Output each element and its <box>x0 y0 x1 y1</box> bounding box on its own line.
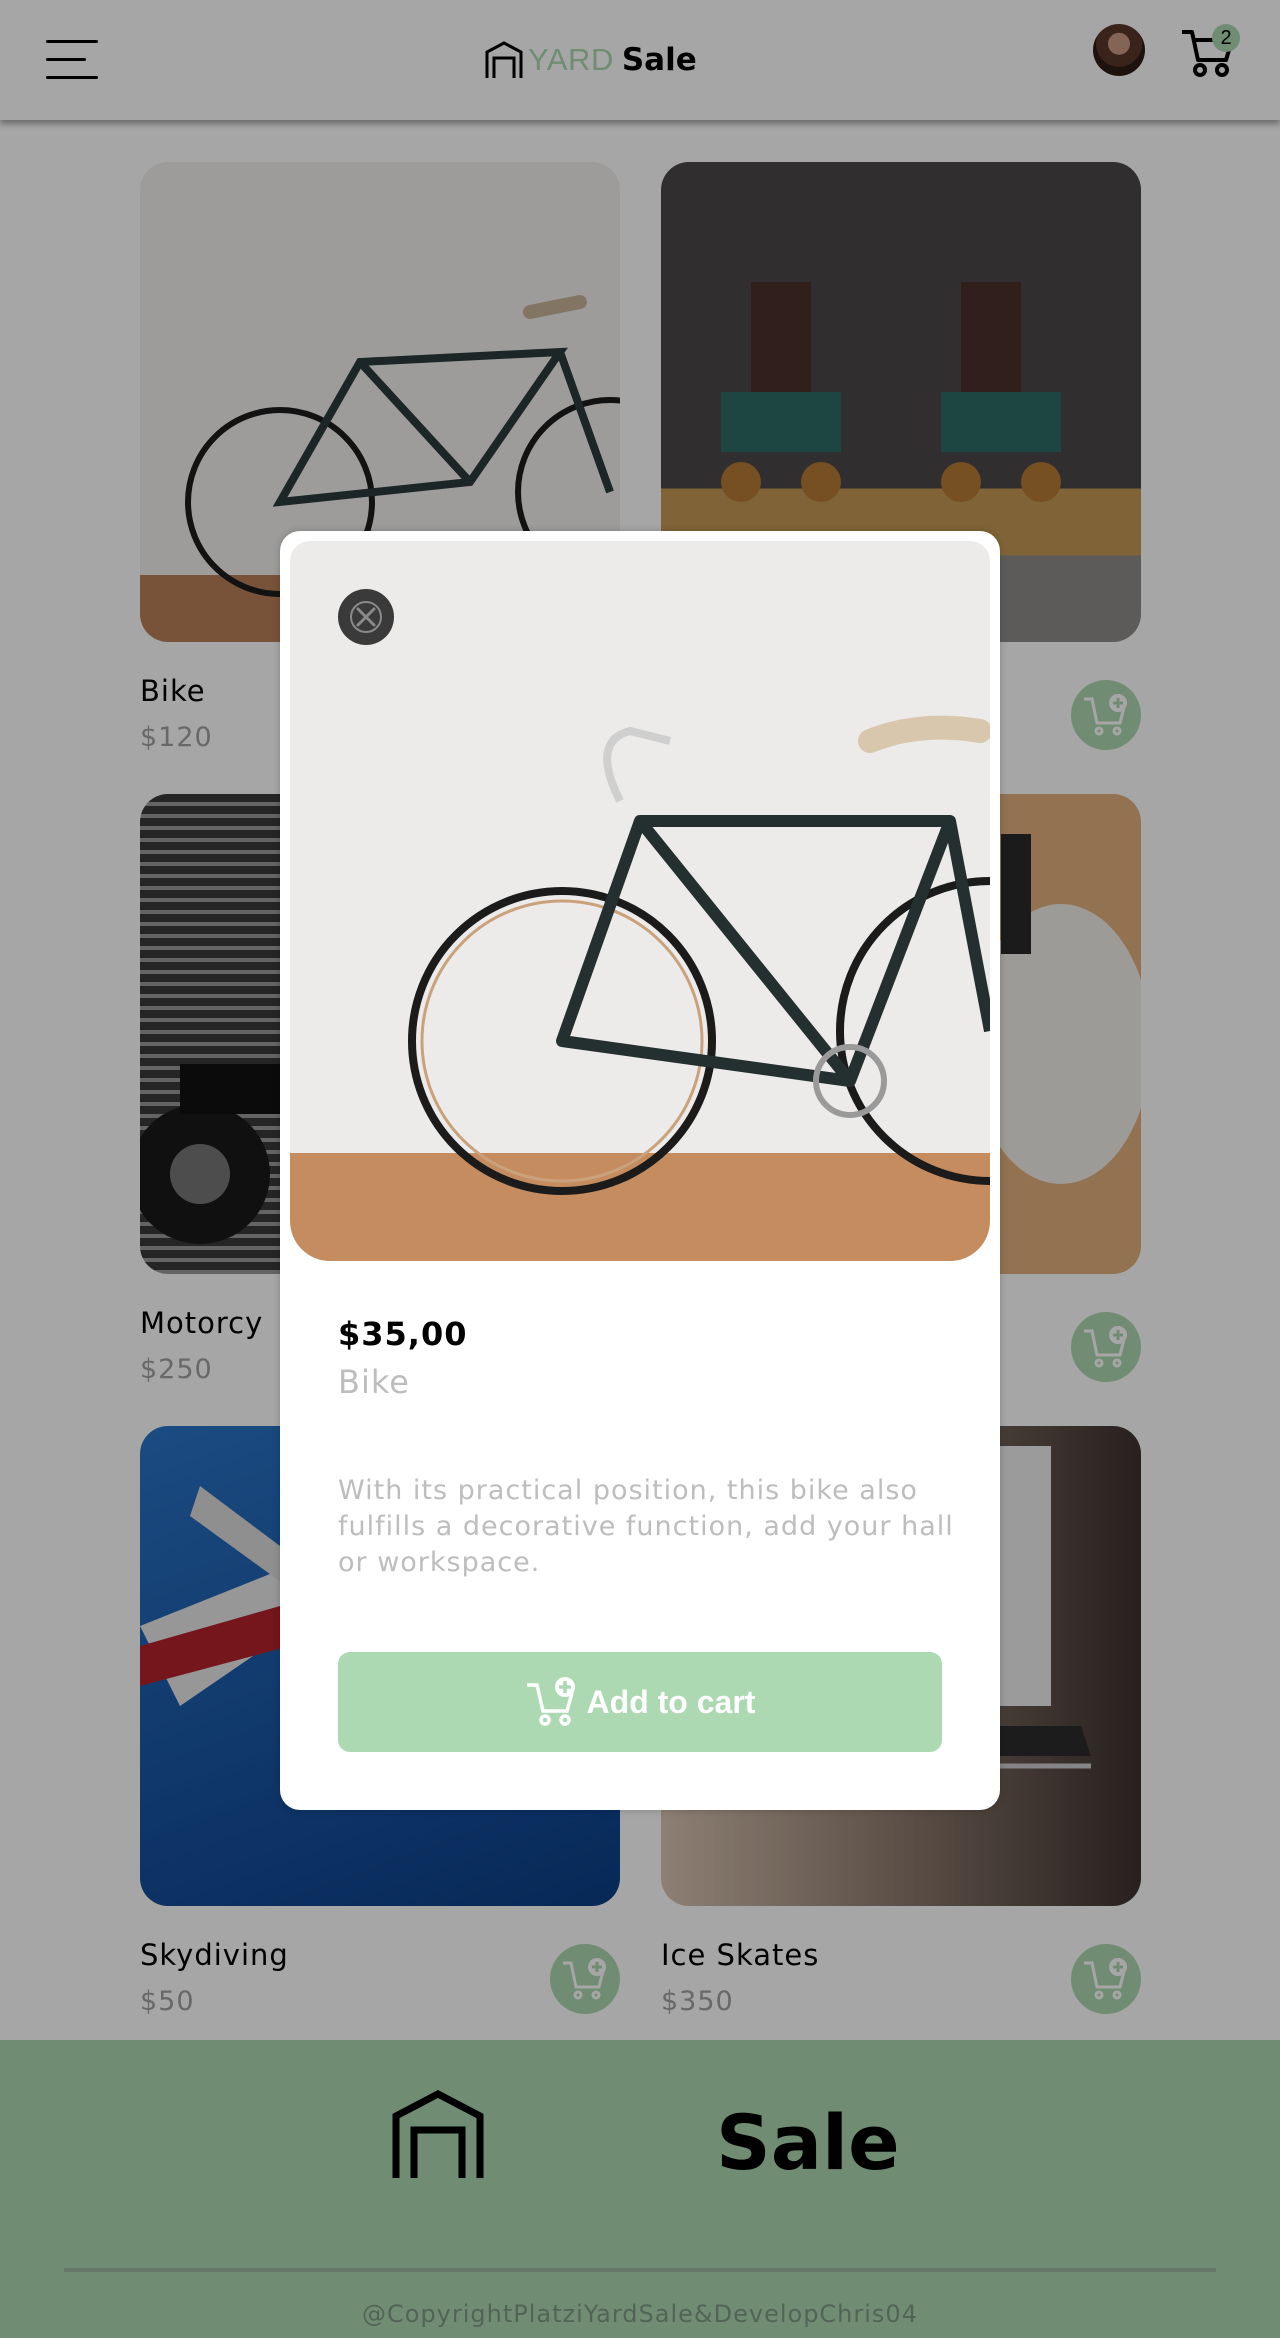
add-to-cart-button[interactable]: Add to cart <box>338 1652 942 1752</box>
add-to-cart-label: Add to cart <box>586 1683 756 1720</box>
cart-plus-icon <box>526 1677 575 1726</box>
product-detail-modal: $35,00 Bike With its practical position,… <box>280 531 1000 1810</box>
bike-illustration <box>408 715 990 1195</box>
product-detail-name: Bike <box>338 1363 410 1401</box>
close-icon <box>350 601 382 633</box>
product-detail-image <box>290 541 990 1261</box>
close-button[interactable] <box>338 589 394 645</box>
product-detail-description: With its practical position, this bike a… <box>338 1475 954 1578</box>
product-detail-price: $35,00 <box>338 1315 468 1353</box>
